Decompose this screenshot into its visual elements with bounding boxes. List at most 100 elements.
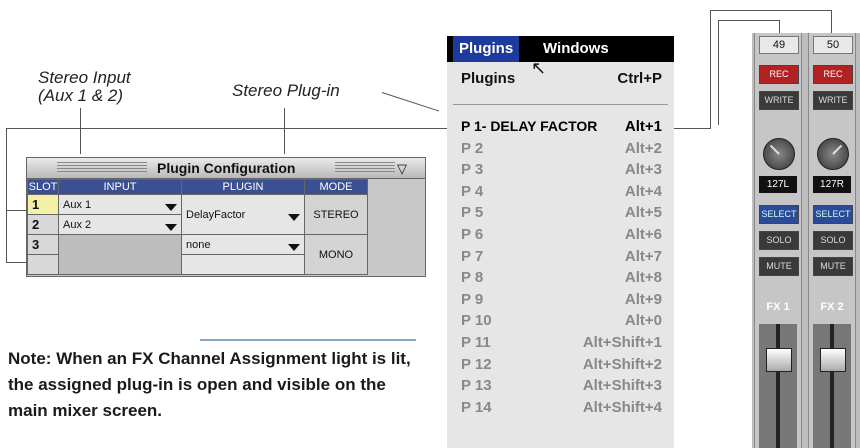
note-rule bbox=[200, 339, 416, 341]
menu-item-label: P 3 bbox=[461, 161, 484, 179]
menu-item-shortcut: Ctrl+P bbox=[617, 70, 662, 87]
titlebar-stripes bbox=[57, 162, 147, 174]
collapse-icon[interactable]: ▽ bbox=[397, 161, 407, 177]
plugins-menu: Plugins Windows Plugins Ctrl+P ↖ P 1- DE… bbox=[447, 36, 674, 448]
pan-knob[interactable] bbox=[817, 138, 849, 170]
menu-item-label: P 6 bbox=[461, 226, 484, 243]
slot-number[interactable]: 1 bbox=[27, 194, 59, 215]
menu-item-label: P 4 bbox=[461, 182, 484, 200]
menu-item-shortcut: Alt+Shift+4 bbox=[582, 398, 662, 416]
rec-button[interactable]: REC bbox=[759, 65, 799, 84]
menu-item-plugin[interactable]: P 9 Alt+9 bbox=[447, 291, 674, 312]
mute-button[interactable]: MUTE bbox=[813, 257, 853, 276]
rec-button[interactable]: REC bbox=[813, 65, 853, 84]
note-body: When an FX Channel Assignment light is l… bbox=[8, 349, 411, 420]
menu-item-shortcut: Alt+1 bbox=[624, 118, 662, 135]
mode-button[interactable]: STEREO bbox=[304, 194, 368, 235]
solo-button[interactable]: SOLO bbox=[813, 231, 853, 250]
menu-item-label: P 14 bbox=[461, 398, 492, 416]
callout-line bbox=[831, 10, 832, 34]
plugin-value: none bbox=[186, 238, 211, 251]
stereo-input-callout: Stereo Input bbox=[38, 68, 131, 87]
solo-button[interactable]: SOLO bbox=[759, 231, 799, 250]
menu-item-label: P 5 bbox=[461, 204, 484, 222]
menu-item-plugin[interactable]: P 3 Alt+3 bbox=[447, 161, 674, 182]
window-titlebar[interactable]: Plugin Configuration ▽ bbox=[27, 158, 425, 179]
select-button[interactable]: SELECT bbox=[759, 205, 799, 224]
menu-item-shortcut: Alt+Shift+2 bbox=[582, 355, 662, 373]
menu-separator bbox=[453, 104, 668, 105]
input-select[interactable]: Aux 1 bbox=[58, 194, 182, 215]
fader-cap[interactable] bbox=[820, 348, 846, 372]
menu-item-plugin[interactable]: P 8 Alt+8 bbox=[447, 269, 674, 290]
header-mode: MODE bbox=[304, 179, 368, 195]
fader-cap[interactable] bbox=[766, 348, 792, 372]
menu-item-shortcut: Alt+0 bbox=[624, 312, 662, 330]
stereo-plugin-callout: Stereo Plug-in bbox=[232, 81, 340, 100]
menu-item-shortcut: Alt+Shift+3 bbox=[582, 377, 662, 395]
callout-line bbox=[779, 20, 780, 34]
menu-item-plugin[interactable]: P 2 Alt+2 bbox=[447, 140, 674, 161]
callout-line bbox=[284, 108, 285, 154]
menu-item-plugin[interactable]: P 5 Alt+5 bbox=[447, 204, 674, 225]
plugin-select[interactable]: DelayFactor bbox=[181, 194, 305, 235]
menu-item-plugin[interactable]: P 11 Alt+Shift+1 bbox=[447, 334, 674, 355]
channel-number: 50 bbox=[813, 36, 853, 54]
plugin-select[interactable] bbox=[181, 254, 305, 275]
menu-bar: Plugins Windows bbox=[447, 36, 674, 62]
write-button[interactable]: WRITE bbox=[759, 91, 799, 110]
menu-item-label: Plugins bbox=[461, 70, 516, 87]
slot-number[interactable]: 3 bbox=[27, 234, 59, 255]
menu-item-shortcut: Alt+6 bbox=[624, 226, 662, 243]
slot-number[interactable] bbox=[27, 254, 59, 275]
menu-item-shortcut: Alt+9 bbox=[624, 290, 662, 308]
callout-line bbox=[6, 128, 460, 129]
menu-item-shortcut: Alt+Shift+1 bbox=[582, 334, 662, 351]
menu-item-label: P 13 bbox=[461, 377, 492, 395]
callout-line bbox=[6, 262, 28, 263]
menu-item-shortcut: Alt+8 bbox=[624, 269, 662, 287]
menu-item-plugin[interactable]: P 4 Alt+4 bbox=[447, 183, 674, 204]
note-label: Note: bbox=[8, 349, 52, 368]
pan-value: 127R bbox=[813, 176, 851, 193]
callout-line bbox=[718, 20, 719, 125]
input-value: Aux 1 bbox=[63, 198, 92, 211]
channel-strip-50: 50 REC WRITE 127R SELECT SOLO MUTE FX 2 bbox=[808, 33, 856, 448]
pan-knob[interactable] bbox=[763, 138, 795, 170]
menu-windows[interactable]: Windows bbox=[539, 40, 613, 57]
menu-item-label: P 1- DELAY FACTOR bbox=[461, 118, 598, 134]
volume-fader[interactable] bbox=[813, 324, 851, 448]
mixer-panel: 49 REC WRITE 127L SELECT SOLO MUTE FX 1 … bbox=[752, 33, 860, 448]
menu-item-shortcut: Alt+4 bbox=[624, 182, 662, 200]
plugin-select[interactable]: none bbox=[181, 234, 305, 255]
slot-number[interactable]: 2 bbox=[27, 214, 59, 235]
mute-button[interactable]: MUTE bbox=[759, 257, 799, 276]
select-button[interactable]: SELECT bbox=[813, 205, 853, 224]
input-select[interactable]: Aux 2 bbox=[58, 214, 182, 235]
plugin-configuration-window: Plugin Configuration ▽ SLOT INPUT PLUGIN… bbox=[26, 157, 426, 277]
menu-item-plugin[interactable]: P 12 Alt+Shift+2 bbox=[447, 356, 674, 377]
channel-number: 49 bbox=[759, 36, 799, 54]
menu-item-plugin[interactable]: P 14 Alt+Shift+4 bbox=[447, 399, 674, 420]
dropdown-arrow-icon bbox=[288, 213, 300, 221]
volume-fader[interactable] bbox=[759, 324, 797, 448]
menu-item-label: P 12 bbox=[461, 355, 492, 373]
menu-item-shortcut: Alt+5 bbox=[624, 204, 662, 222]
callout-line bbox=[80, 108, 81, 154]
fx-label: FX 1 bbox=[766, 301, 790, 313]
menu-item-plugin[interactable]: P 10 Alt+0 bbox=[447, 312, 674, 333]
channel-strip-49: 49 REC WRITE 127L SELECT SOLO MUTE FX 1 bbox=[754, 33, 802, 448]
menu-item-shortcut: Alt+7 bbox=[624, 247, 662, 265]
callout-line bbox=[718, 20, 780, 21]
input-value: Aux 2 bbox=[63, 218, 92, 231]
write-button[interactable]: WRITE bbox=[813, 91, 853, 110]
menu-plugins[interactable]: Plugins bbox=[453, 36, 520, 62]
mode-button[interactable]: MONO bbox=[304, 234, 368, 275]
menu-item-plugin[interactable]: P 7 Alt+7 bbox=[447, 248, 674, 269]
menu-item-plugin[interactable]: P 1- DELAY FACTOR Alt+1 bbox=[447, 118, 674, 139]
callout-line bbox=[710, 10, 832, 11]
menu-item-plugin[interactable]: P 6 Alt+6 bbox=[447, 226, 674, 247]
menu-item-plugin[interactable]: P 13 Alt+Shift+3 bbox=[447, 377, 674, 398]
callout-line bbox=[6, 210, 28, 211]
menu-item-plugins[interactable]: Plugins Ctrl+P bbox=[447, 70, 674, 91]
